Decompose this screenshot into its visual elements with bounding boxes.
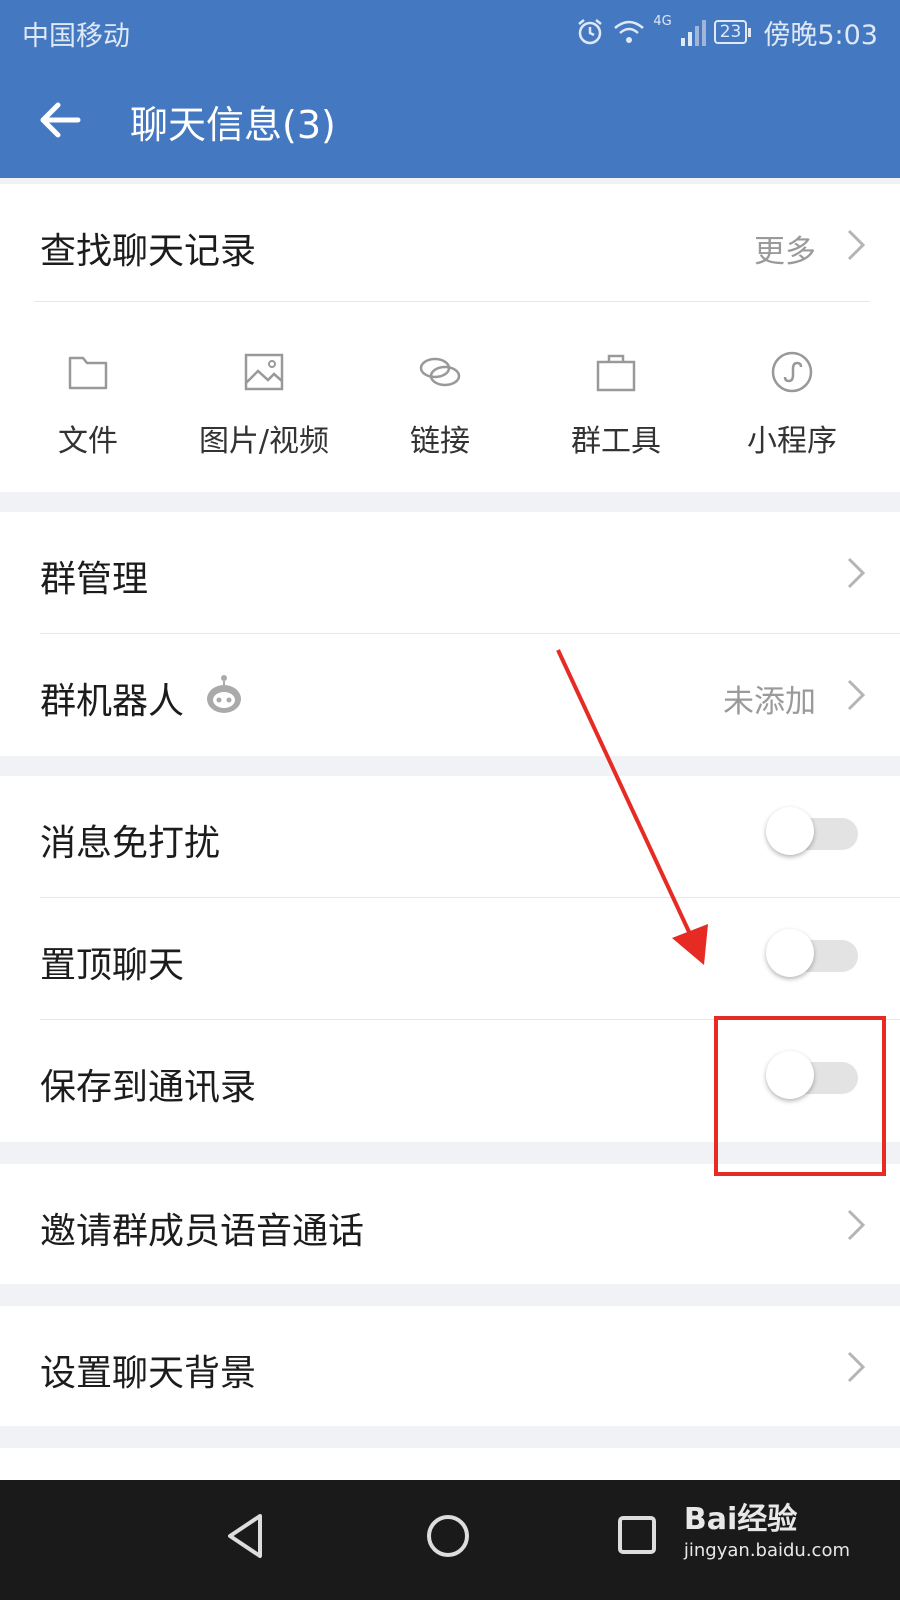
folder-icon bbox=[68, 356, 108, 390]
group-robot-row[interactable]: 群机器人 未添加 bbox=[0, 634, 900, 756]
battery-icon: 23 bbox=[713, 20, 751, 44]
wifi-icon bbox=[614, 20, 645, 43]
nav-home-icon[interactable] bbox=[418, 1506, 478, 1566]
voice-call-row[interactable]: 邀请群成员语音通话 bbox=[0, 1164, 900, 1286]
chevron-right-icon bbox=[847, 1351, 866, 1383]
chat-background-label: 设置聊天背景 bbox=[40, 1353, 257, 1394]
group-manage-row[interactable]: 群管理 bbox=[0, 512, 900, 634]
tool-label: 图片/视频 bbox=[198, 424, 330, 459]
back-arrow-icon[interactable] bbox=[34, 92, 90, 148]
status-bar: 中国移动 4G 23 傍晚5:03 bbox=[0, 0, 900, 64]
tool-label: 链接 bbox=[410, 424, 470, 459]
system-nav-bar: Bai经验 jingyan.baidu.com bbox=[0, 1480, 900, 1600]
chevron-right-icon bbox=[847, 229, 866, 261]
nav-back-icon[interactable] bbox=[216, 1506, 276, 1566]
network-type: 4G bbox=[653, 14, 672, 29]
group-robot-label: 群机器人 bbox=[40, 681, 185, 722]
mini-program-icon bbox=[771, 351, 813, 393]
mute-row: 消息免打扰 bbox=[0, 776, 900, 898]
more-link[interactable]: 更多 bbox=[754, 226, 816, 271]
robot-status: 未添加 bbox=[723, 684, 816, 720]
save-contacts-toggle[interactable] bbox=[766, 1051, 858, 1099]
chevron-right-icon bbox=[847, 557, 866, 589]
search-history-label: 查找聊天记录 bbox=[40, 231, 257, 272]
save-contacts-row: 保存到通讯录 bbox=[0, 1020, 900, 1142]
nav-recents-icon[interactable] bbox=[608, 1506, 668, 1566]
page-title: 聊天信息(3) bbox=[130, 103, 336, 147]
media-tools-bar: 文件 图片/视频 链接 群工具 小程序 bbox=[0, 302, 900, 492]
tool-images-videos[interactable]: 图片/视频 bbox=[176, 302, 352, 492]
chevron-right-icon bbox=[847, 679, 866, 711]
tool-label: 群工具 bbox=[571, 424, 661, 459]
tool-mini-programs[interactable]: 小程序 bbox=[704, 302, 880, 492]
tool-group-tools[interactable]: 群工具 bbox=[528, 302, 704, 492]
watermark-url: jingyan.baidu.com bbox=[683, 1540, 850, 1561]
alarm-icon bbox=[578, 19, 603, 45]
baidu-jingyan-watermark: Bai经验 jingyan.baidu.com bbox=[684, 1494, 850, 1561]
app-bar: 聊天信息(3) bbox=[0, 64, 900, 178]
tool-label: 文件 bbox=[58, 424, 118, 459]
status-icons: 4G 23 傍晚5:03 bbox=[575, 12, 878, 52]
save-contacts-label: 保存到通讯录 bbox=[40, 1067, 257, 1108]
watermark-brand: Bai经验 bbox=[683, 1502, 798, 1537]
tool-links[interactable]: 链接 bbox=[352, 302, 528, 492]
group-section: 群管理 群机器人 未添加 bbox=[0, 512, 900, 756]
mute-toggle[interactable] bbox=[766, 807, 858, 855]
chevron-right-icon bbox=[847, 1209, 866, 1241]
clock: 傍晚5:03 bbox=[763, 19, 878, 51]
background-section: 设置聊天背景 bbox=[0, 1306, 900, 1426]
pin-label: 置顶聊天 bbox=[40, 945, 185, 986]
mute-label: 消息免打扰 bbox=[40, 823, 221, 864]
image-icon bbox=[244, 353, 284, 391]
toggle-section: 消息免打扰 置顶聊天 保存到通讯录 bbox=[0, 776, 900, 1142]
link-icon bbox=[419, 357, 461, 387]
carrier-name: 中国移动 bbox=[22, 21, 130, 52]
next-section-partial bbox=[0, 1448, 900, 1480]
pin-row: 置顶聊天 bbox=[0, 898, 900, 1020]
signal-icon bbox=[680, 20, 706, 46]
pin-toggle[interactable] bbox=[766, 929, 858, 977]
tool-files[interactable]: 文件 bbox=[0, 302, 176, 492]
tool-label: 小程序 bbox=[747, 424, 837, 459]
voice-call-label: 邀请群成员语音通话 bbox=[40, 1211, 365, 1252]
robot-icon bbox=[207, 675, 241, 713]
search-history-row[interactable]: 查找聊天记录 更多 bbox=[0, 184, 900, 306]
voice-call-section: 邀请群成员语音通话 bbox=[0, 1164, 900, 1284]
chat-background-row[interactable]: 设置聊天背景 bbox=[0, 1306, 900, 1428]
group-manage-label: 群管理 bbox=[40, 559, 149, 600]
briefcase-icon bbox=[596, 354, 636, 392]
